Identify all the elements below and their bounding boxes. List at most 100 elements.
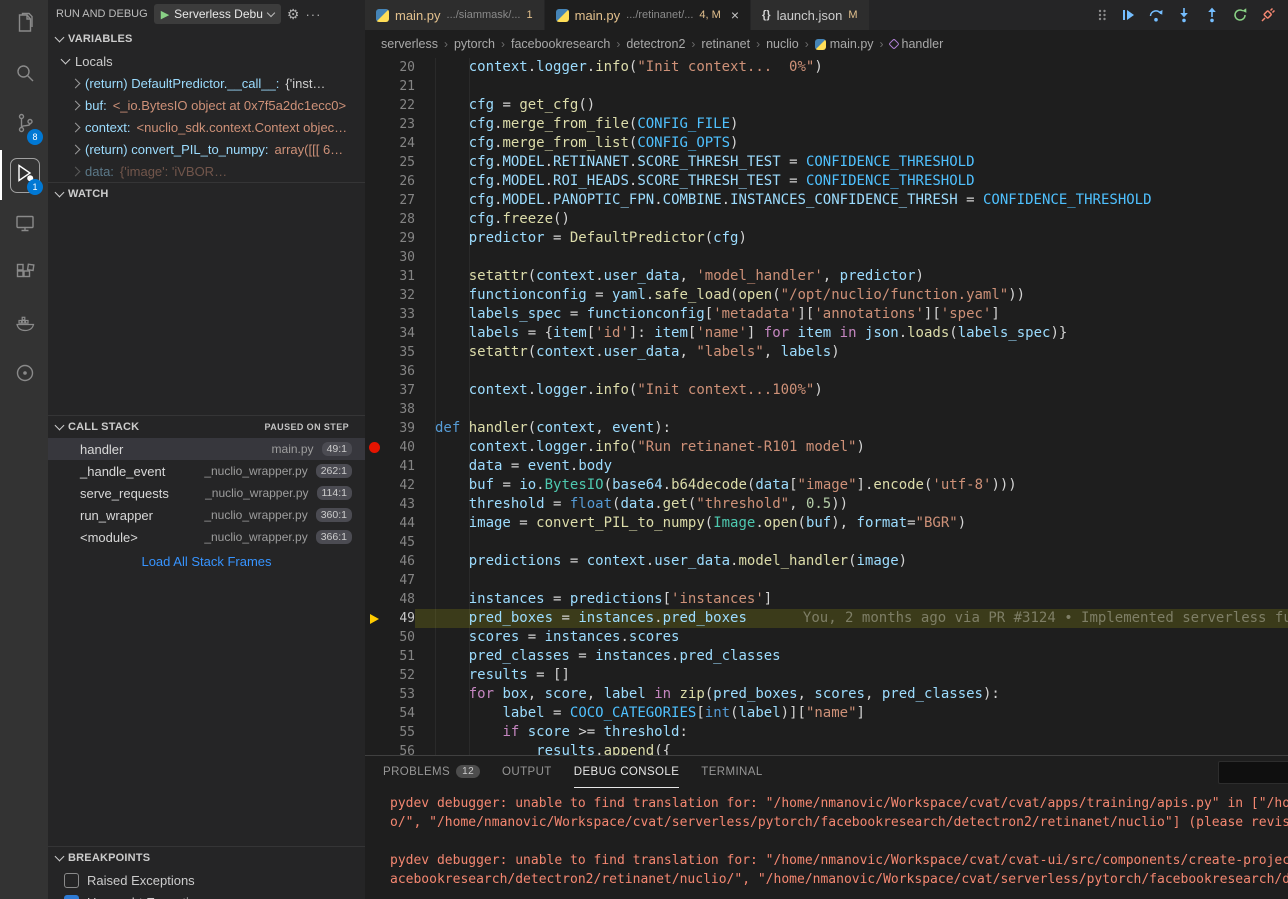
code-text[interactable]: buf = io.BytesIO(base64.b64decode(data["… — [415, 476, 1288, 495]
code-text[interactable]: instances = predictions['instances'] — [415, 590, 1288, 609]
gutter-glyph-margin[interactable] — [365, 742, 385, 755]
code-text[interactable]: labels = {item['id']: item['name'] for i… — [415, 324, 1288, 343]
gutter-glyph-margin[interactable] — [365, 552, 385, 571]
code-text[interactable]: pred_classes = instances.pred_classes — [415, 647, 1288, 666]
stack-frame[interactable]: serve_requests_nuclio_wrapper.py114:1 — [48, 482, 365, 504]
variable-row[interactable]: (return) DefaultPredictor.__call__:{'ins… — [48, 72, 365, 94]
code-text[interactable] — [415, 362, 1288, 381]
more-actions-icon[interactable]: ··· — [305, 7, 321, 22]
activity-item-explorer[interactable] — [0, 0, 48, 50]
code-text[interactable]: cfg = get_cfg() — [415, 96, 1288, 115]
gutter-glyph-margin[interactable] — [365, 305, 385, 324]
variable-row[interactable]: data:{'image': 'iVBOR… — [48, 160, 365, 182]
breakpoint-checkbox[interactable] — [64, 873, 79, 888]
stack-frame[interactable]: handlermain.py49:1 — [48, 438, 365, 460]
code-text[interactable]: predictor = DefaultPredictor(cfg) — [415, 229, 1288, 248]
stack-frame[interactable]: _handle_event_nuclio_wrapper.py262:1 — [48, 460, 365, 482]
gutter-glyph-margin[interactable] — [365, 419, 385, 438]
code-text[interactable]: scores = instances.scores — [415, 628, 1288, 647]
gutter-glyph-margin[interactable] — [365, 58, 385, 77]
breakpoints-header[interactable]: BREAKPOINTS — [48, 847, 365, 869]
gutter-glyph-margin[interactable] — [365, 514, 385, 533]
code-text[interactable]: predictions = context.user_data.model_ha… — [415, 552, 1288, 571]
code-text[interactable]: results.append({ — [415, 742, 1288, 755]
toolbar-grip-icon[interactable] — [1096, 7, 1108, 23]
code-text[interactable]: cfg.MODEL.PANOPTIC_FPN.COMBINE.INSTANCES… — [415, 191, 1288, 210]
breadcrumb-item[interactable]: retinanet — [701, 37, 750, 51]
code-text[interactable]: pred_boxes = instances.pred_boxesYou, 2 … — [415, 609, 1288, 628]
code-text[interactable]: cfg.MODEL.ROI_HEADS.SCORE_THRESH_TEST = … — [415, 172, 1288, 191]
gutter-glyph-margin[interactable] — [365, 96, 385, 115]
code-text[interactable]: cfg.merge_from_file(CONFIG_FILE) — [415, 115, 1288, 134]
code-text[interactable]: image = convert_PIL_to_numpy(Image.open(… — [415, 514, 1288, 533]
code-text[interactable]: label = COCO_CATEGORIES[int(label)]["nam… — [415, 704, 1288, 723]
step-over-button[interactable] — [1148, 7, 1164, 23]
gutter-glyph-margin[interactable] — [365, 704, 385, 723]
activity-item-run-and-debug[interactable]: 1 — [0, 150, 48, 200]
activity-item-remote-explorer[interactable] — [0, 200, 48, 250]
call-stack-header[interactable]: CALL STACK PAUSED ON STEP — [48, 416, 365, 438]
gutter-glyph-margin[interactable] — [365, 723, 385, 742]
activity-item-extensions[interactable] — [0, 250, 48, 300]
gutter-glyph-margin[interactable] — [365, 191, 385, 210]
activity-item-custom-extension[interactable] — [0, 350, 48, 400]
breakpoint-checkbox[interactable]: ✓ — [64, 895, 79, 899]
gutter-glyph-margin[interactable] — [365, 457, 385, 476]
code-text[interactable]: labels_spec = functionconfig['metadata']… — [415, 305, 1288, 324]
disconnect-button[interactable] — [1260, 7, 1276, 23]
gutter-glyph-margin[interactable] — [365, 134, 385, 153]
gutter-glyph-margin[interactable] — [365, 210, 385, 229]
gutter-glyph-margin[interactable] — [365, 609, 385, 628]
step-out-button[interactable] — [1204, 7, 1220, 23]
breadcrumb-item[interactable]: nuclio — [766, 37, 799, 51]
variable-row[interactable]: (return) convert_PIL_to_numpy:array([[[ … — [48, 138, 365, 160]
gutter-glyph-margin[interactable] — [365, 628, 385, 647]
variables-header[interactable]: VARIABLES — [48, 28, 365, 50]
code-text[interactable]: setattr(context.user_data, "labels", lab… — [415, 343, 1288, 362]
code-text[interactable]: if score >= threshold: — [415, 723, 1288, 742]
code-text[interactable] — [415, 248, 1288, 267]
code-text[interactable]: for box, score, label in zip(pred_boxes,… — [415, 685, 1288, 704]
code-text[interactable]: cfg.freeze() — [415, 210, 1288, 229]
close-tab-icon[interactable]: × — [731, 8, 739, 22]
breakpoint-row[interactable]: ✓Uncaught Exceptions — [48, 891, 365, 899]
launch-config-dropdown[interactable]: ▶ Serverless Debu — [154, 4, 281, 24]
code-text[interactable]: results = [] — [415, 666, 1288, 685]
code-text[interactable]: context.logger.info("Init context... 0%"… — [415, 58, 1288, 77]
code-text[interactable]: data = event.body — [415, 457, 1288, 476]
restart-button[interactable] — [1232, 7, 1248, 23]
gutter-glyph-margin[interactable] — [365, 267, 385, 286]
gutter-glyph-margin[interactable] — [365, 324, 385, 343]
panel-tab-debug-console[interactable]: DEBUG CONSOLE — [574, 756, 680, 788]
code-text[interactable]: functionconfig = yaml.safe_load(open("/o… — [415, 286, 1288, 305]
breadcrumb-item[interactable]: pytorch — [454, 37, 495, 51]
gutter-glyph-margin[interactable] — [365, 229, 385, 248]
editor-tab[interactable]: {}launch.jsonM — [751, 0, 870, 30]
gutter-glyph-margin[interactable] — [365, 343, 385, 362]
gear-icon[interactable]: ⚙ — [287, 6, 300, 23]
breadcrumb-item[interactable]: handler — [890, 37, 944, 51]
breadcrumb-item[interactable]: facebookresearch — [511, 37, 610, 51]
code-text[interactable]: context.logger.info("Init context...100%… — [415, 381, 1288, 400]
gutter-glyph-margin[interactable] — [365, 495, 385, 514]
breadcrumb-item[interactable]: detectron2 — [626, 37, 685, 51]
stack-frame[interactable]: run_wrapper_nuclio_wrapper.py360:1 — [48, 504, 365, 526]
gutter-glyph-margin[interactable] — [365, 438, 385, 457]
code-text[interactable]: cfg.merge_from_list(CONFIG_OPTS) — [415, 134, 1288, 153]
gutter-glyph-margin[interactable] — [365, 115, 385, 134]
gutter-glyph-margin[interactable] — [365, 362, 385, 381]
activity-item-search[interactable] — [0, 50, 48, 100]
stack-frame[interactable]: <module>_nuclio_wrapper.py366:1 — [48, 526, 365, 548]
activity-item-docker[interactable] — [0, 300, 48, 350]
console-filter-input[interactable] — [1218, 761, 1288, 784]
breadcrumb-item[interactable]: main.py — [815, 37, 874, 51]
variable-row[interactable]: context:<nuclio_sdk.context.Context obje… — [48, 116, 365, 138]
gutter-glyph-margin[interactable] — [365, 571, 385, 590]
code-text[interactable]: setattr(context.user_data, 'model_handle… — [415, 267, 1288, 286]
gutter-glyph-margin[interactable] — [365, 153, 385, 172]
code-text[interactable] — [415, 77, 1288, 96]
gutter-glyph-margin[interactable] — [365, 286, 385, 305]
editor-tab[interactable]: main.py.../siammask/...1 — [365, 0, 545, 30]
gutter-glyph-margin[interactable] — [365, 381, 385, 400]
breadcrumb-item[interactable]: serverless — [381, 37, 438, 51]
